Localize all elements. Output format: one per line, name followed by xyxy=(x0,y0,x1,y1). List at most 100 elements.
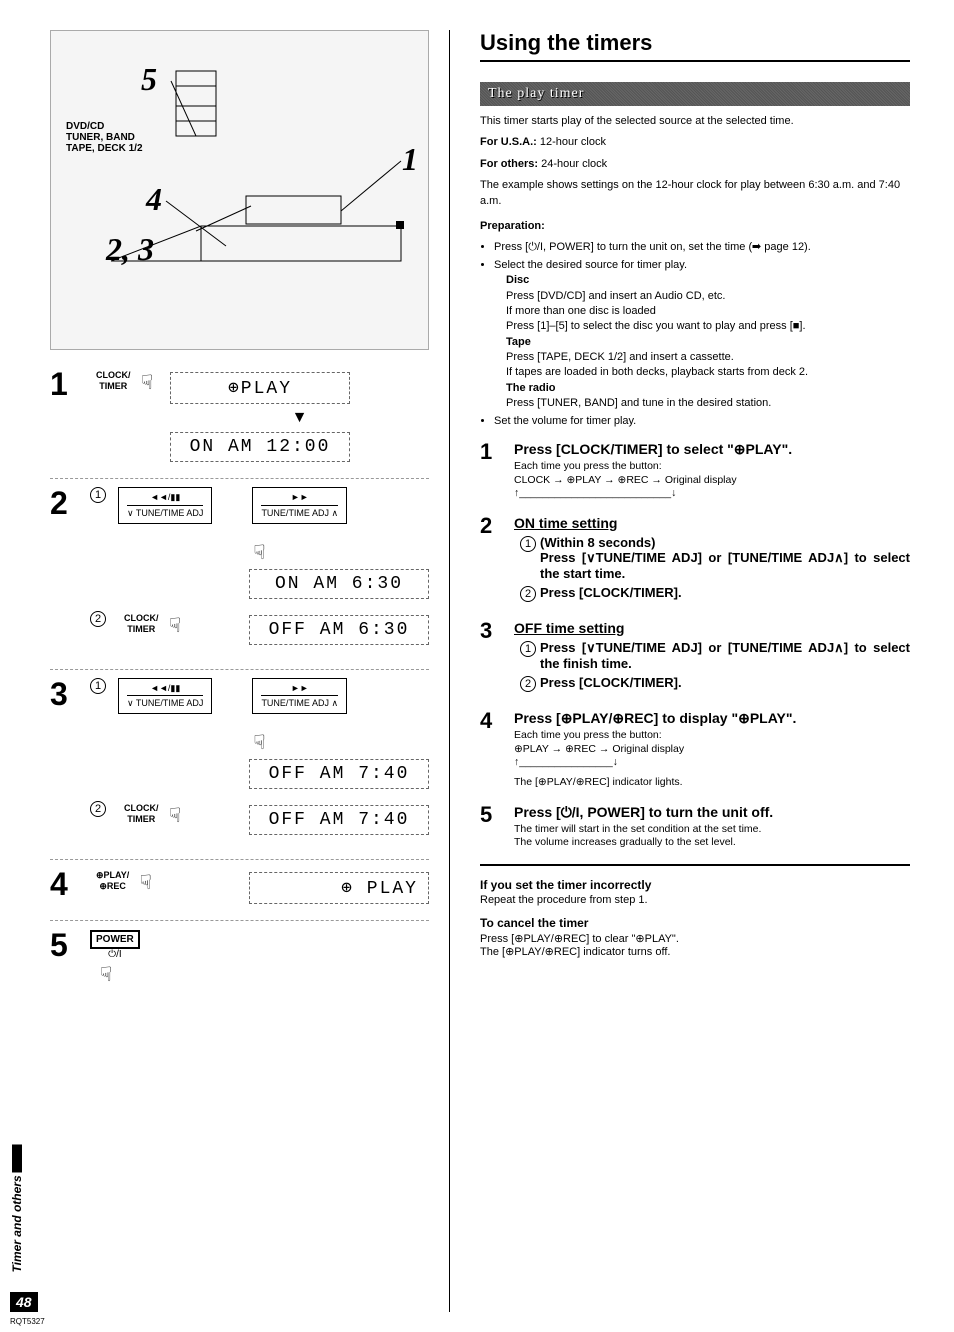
side-tab-marker xyxy=(12,1144,22,1172)
loop-arrow: ↑________________↓ xyxy=(514,756,910,770)
note2-body2: The [⊕PLAY/⊕REC] indicator turns off. xyxy=(480,946,670,958)
loop-arrow: ↑__________________________↓ xyxy=(514,487,910,501)
rstep-1: 1 Press [CLOCK/TIMER] to select "⊕PLAY".… xyxy=(480,441,910,501)
tape2: If tapes are loaded in both decks, playb… xyxy=(506,366,808,378)
tune-right-top: ►► xyxy=(261,492,338,503)
rstep1-hdr: Press [CLOCK/TIMER] to select "⊕PLAY". xyxy=(514,441,910,458)
others-val: 24-hour clock xyxy=(541,158,607,170)
step2-display1: ON AM 6:30 xyxy=(249,569,429,599)
step1-display1: ⊕PLAY xyxy=(170,372,350,404)
step2-btn: CLOCK/ TIMER xyxy=(118,611,165,637)
circled1-icon: 1 xyxy=(90,487,106,503)
step3-display1: OFF AM 7:40 xyxy=(249,759,429,789)
rstep4-sub1: Each time you press the button: xyxy=(514,729,910,743)
hand-icon: ☟ xyxy=(140,870,152,895)
t3r2: TUNE/TIME ADJ ∧ xyxy=(261,695,338,709)
prep-b3: Set the volume for timer play. xyxy=(494,414,910,429)
t3r1: ►► xyxy=(261,683,338,694)
prep-header: Preparation: xyxy=(480,220,545,232)
circled1-icon: 1 xyxy=(520,641,536,657)
prep-list: Press [⏻/I, POWER] to turn the unit on, … xyxy=(480,240,910,429)
rstep3-b: Press [CLOCK/TIMER]. xyxy=(540,675,910,690)
rstep5-sub1: The timer will start in the set conditio… xyxy=(514,823,910,837)
t3l2: ∨ TUNE/TIME ADJ xyxy=(127,695,203,709)
rstep4-sub3: The [⊕PLAY/⊕REC] indicator lights. xyxy=(514,776,910,790)
right-column: Using the timers The play timer This tim… xyxy=(470,30,910,1312)
step1-display2: ON AM 12:00 xyxy=(170,432,350,462)
rstep5-num: 5 xyxy=(480,804,502,850)
radio1: Press [TUNER, BAND] and tune in the desi… xyxy=(506,397,771,409)
others-label: For others: xyxy=(480,158,538,170)
step4-num: 4 xyxy=(50,868,80,900)
section-banner: The play timer xyxy=(480,82,910,106)
step3-btn: CLOCK/ TIMER xyxy=(118,801,165,827)
rstep1-sub1: Each time you press the button: xyxy=(514,460,910,474)
rstep-2: 2 ON time setting 1(Within 8 seconds) Pr… xyxy=(480,515,910,606)
step1-btn: CLOCK/ TIMER xyxy=(90,368,137,394)
note2-hdr: To cancel the timer xyxy=(480,916,910,930)
rstep1-num: 1 xyxy=(480,441,502,501)
device-diagram: 5 DVD/CD TUNER, BAND TAPE, DECK 1/2 4 2,… xyxy=(50,30,429,350)
hand-icon: ☟ xyxy=(141,370,153,395)
tune-left-bot: ∨ TUNE/TIME ADJ xyxy=(127,505,203,519)
tape-hdr: Tape xyxy=(506,336,531,348)
circled2-icon: 2 xyxy=(520,676,536,692)
rstep-5: 5 Press [⏻/I, POWER] to turn the unit of… xyxy=(480,804,910,850)
intro-example: The example shows settings on the 12-hou… xyxy=(480,178,910,209)
note1-hdr: If you set the timer incorrectly xyxy=(480,878,910,892)
usa-val: 12-hour clock xyxy=(540,136,606,148)
rstep2-hdr: ON time setting xyxy=(514,515,910,531)
prep-b2-text: Select the desired source for timer play… xyxy=(494,259,687,271)
radio-hdr: The radio xyxy=(506,382,556,394)
disc3: Press [1]–[5] to select the disc you wan… xyxy=(506,320,806,332)
divider xyxy=(480,864,910,866)
left-step-4: 4 ⊕PLAY/ ⊕REC ☟ ⊕ PLAY xyxy=(50,860,429,921)
rstep5-sub2: The volume increases gradually to the se… xyxy=(514,836,910,850)
tune-right-bot: TUNE/TIME ADJ ∧ xyxy=(261,505,338,519)
rstep1-sub2: CLOCK → ⊕PLAY → ⊕REC → Original display xyxy=(514,474,910,488)
rstep3-num: 3 xyxy=(480,620,502,696)
step2-num: 2 xyxy=(50,487,80,657)
tune-left-top: ◄◄/▮▮ xyxy=(127,492,203,503)
circled1-icon: 1 xyxy=(90,678,106,694)
rstep-4: 4 Press [⊕PLAY/⊕REC] to display "⊕PLAY".… xyxy=(480,710,910,790)
disc-hdr: Disc xyxy=(506,274,529,286)
disc2: If more than one disc is loaded xyxy=(506,305,656,317)
circled2-icon: 2 xyxy=(90,801,106,817)
left-step-3: 3 1 ◄◄/▮▮ ∨ TUNE/TIME ADJ ►► TUNE/TIME A… xyxy=(50,670,429,861)
tune-down-button: ◄◄/▮▮ ∨ TUNE/TIME ADJ xyxy=(118,487,212,524)
hand-icon: ☟ xyxy=(169,803,181,828)
power-button: POWER xyxy=(90,930,140,949)
device-outline xyxy=(51,31,428,349)
intro-line1: This timer starts play of the selected s… xyxy=(480,114,910,129)
hand-icon: ☟ xyxy=(253,540,265,565)
rstep5-hdr: Press [⏻/I, POWER] to turn the unit off. xyxy=(514,804,910,821)
page-number: 48 xyxy=(10,1292,38,1312)
tune-down-button: ◄◄/▮▮ ∨ TUNE/TIME ADJ xyxy=(118,678,212,715)
tape1: Press [TAPE, DECK 1/2] and insert a cass… xyxy=(506,351,734,363)
step3-num: 3 xyxy=(50,678,80,848)
rstep3-a: Press [∨TUNE/TIME ADJ] or [TUNE/TIME ADJ… xyxy=(540,640,910,671)
note2-body: Press [⊕PLAY/⊕REC] to clear "⊕PLAY". The… xyxy=(480,932,910,958)
intro-others: For others: 24-hour clock xyxy=(480,157,910,172)
side-tab-text: Timer and others xyxy=(10,1175,24,1272)
hand-icon: ☟ xyxy=(253,730,265,755)
step5-num: 5 xyxy=(50,929,80,961)
rstep2-b: Press [CLOCK/TIMER]. xyxy=(540,585,910,600)
step4-display: ⊕ PLAY xyxy=(249,872,429,904)
page-title: Using the timers xyxy=(480,30,910,62)
power-sub: ⏻/I xyxy=(90,949,140,960)
note2-body1: Press [⊕PLAY/⊕REC] to clear "⊕PLAY". xyxy=(480,933,679,945)
rstep2-num: 2 xyxy=(480,515,502,606)
step-list: 1 Press [CLOCK/TIMER] to select "⊕PLAY".… xyxy=(480,441,910,850)
hand-icon: ☟ xyxy=(100,962,112,987)
rstep-3: 3 OFF time setting 1Press [∨TUNE/TIME AD… xyxy=(480,620,910,696)
doc-code: RQT5327 xyxy=(10,1317,45,1326)
intro-usa: For U.S.A.: 12-hour clock xyxy=(480,135,910,150)
step3-display2: OFF AM 7:40 xyxy=(249,805,429,835)
prep-b2: Select the desired source for timer play… xyxy=(494,258,910,412)
circled1-icon: 1 xyxy=(520,536,536,552)
disc1: Press [DVD/CD] and insert an Audio CD, e… xyxy=(506,290,725,302)
step4-btn: ⊕PLAY/ ⊕REC xyxy=(90,868,135,894)
left-step-1: 1 CLOCK/ TIMER ☟ ⊕PLAY ▼ ON AM 12:00 xyxy=(50,360,429,479)
